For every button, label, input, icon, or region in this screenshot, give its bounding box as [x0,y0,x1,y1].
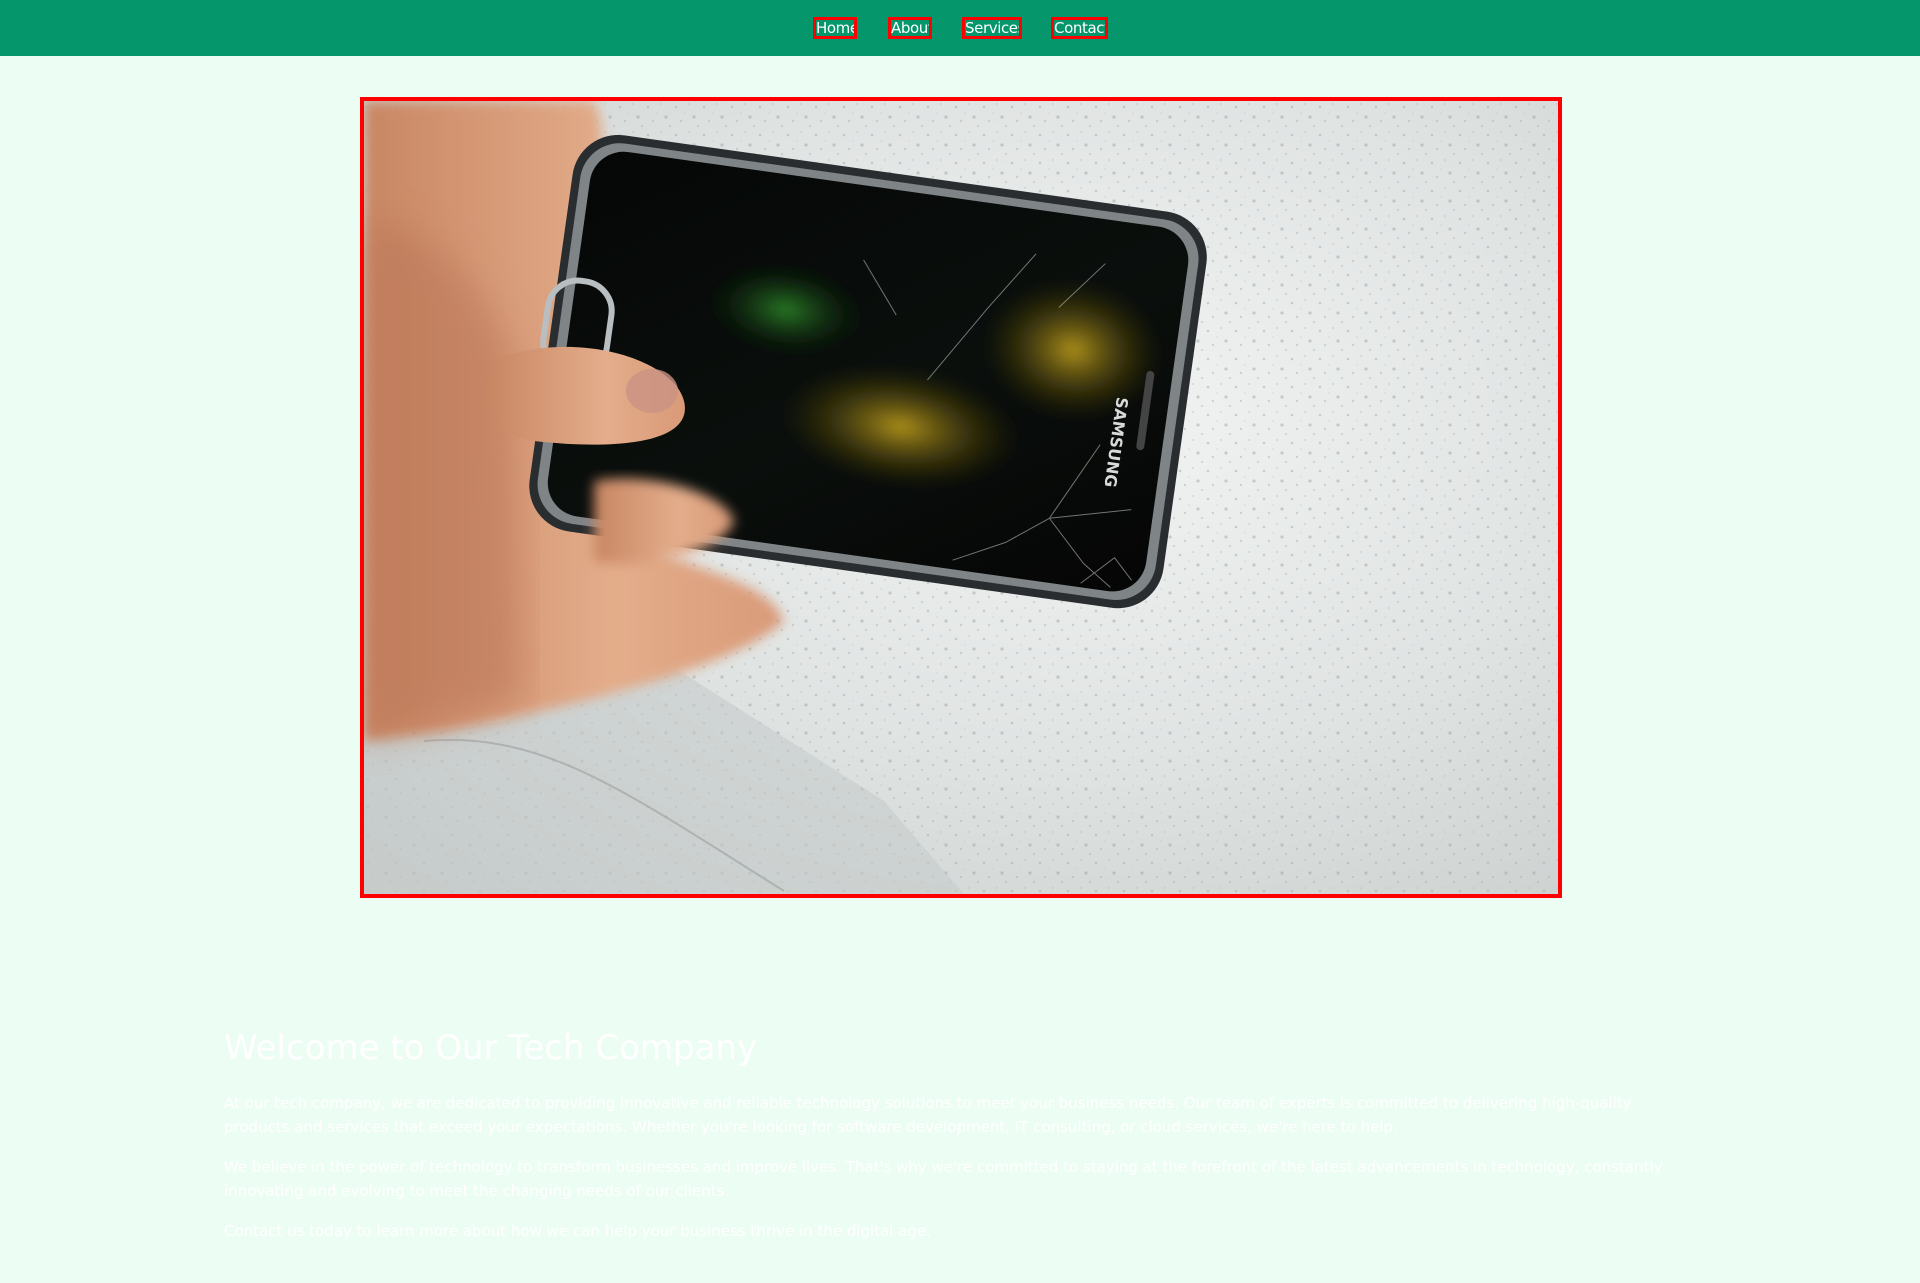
nav-home-link[interactable]: Home [813,17,857,39]
nav-about-link[interactable]: About [888,17,932,39]
nav-services-link[interactable]: Services [962,17,1022,39]
top-navigation-bar: Home About Services Contact [0,0,1920,56]
mission-paragraph: We believe in the power of technology to… [224,1158,1663,1200]
nav-contact-link[interactable]: Contact [1051,17,1108,39]
main-content: Welcome to Our Tech Company At our tech … [224,1025,1699,1259]
page-title: Welcome to Our Tech Company [224,1028,758,1068]
hero-image: SAMSUNG [360,97,1562,898]
contact-paragraph: Contact us today to learn more about how… [224,1222,931,1240]
intro-paragraph: At our tech company, we are dedicated to… [224,1094,1632,1136]
broken-phone-photo-icon: SAMSUNG [364,101,1558,894]
